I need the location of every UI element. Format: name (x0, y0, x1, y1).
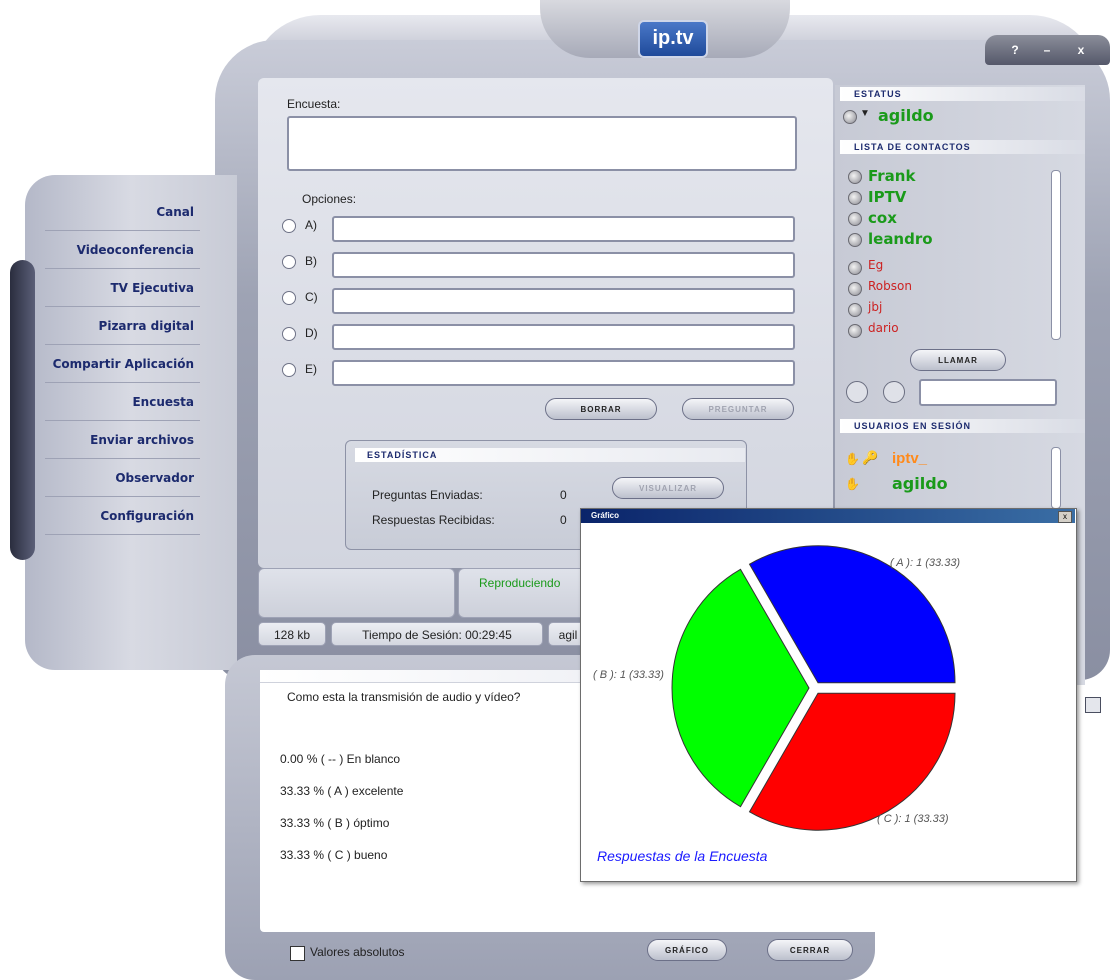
pie-chart: ( A ): 1 (33.33) ( C ): 1 (33.33) ( B ): 1… (593, 545, 960, 831)
option-key: B) (305, 254, 317, 268)
contact-item[interactable]: dario (868, 321, 899, 335)
result-row: 33.33 % ( C ) bueno (280, 848, 388, 862)
chart-window-titlebar[interactable]: Gráfico (581, 509, 1075, 523)
contact-item[interactable]: Eg (868, 258, 883, 272)
camera-icon: ✋ (845, 477, 860, 491)
speaker-icon[interactable] (848, 233, 862, 247)
speaker-icon[interactable] (848, 282, 862, 296)
minimize-button[interactable]: – (1037, 41, 1057, 59)
speaker-icon[interactable] (848, 191, 862, 205)
session-time: Tiempo de Sesión: 00:29:45 (331, 622, 543, 646)
nav-item[interactable]: TV Ejecutiva (45, 270, 200, 307)
camera-icon: ✋ (845, 452, 860, 466)
encuesta-label: Encuesta: (287, 97, 341, 111)
opciones-label: Opciones: (302, 192, 357, 206)
chart-close-button[interactable]: x (1058, 511, 1072, 523)
pie-slice-label: ( C ): 1 (33.33) (877, 813, 949, 825)
result-row: 0.00 % ( -- ) En blanco (280, 752, 401, 766)
received-label: Respuestas Recibidas: (372, 513, 495, 527)
visualizar-button[interactable]: VISUALIZAR (612, 477, 724, 499)
nav-item[interactable]: Videoconferencia (45, 232, 200, 269)
preguntar-button[interactable]: PREGUNTAR (682, 398, 794, 420)
nav-item[interactable]: Canal (45, 194, 200, 231)
status-dropdown-icon[interactable]: ▼ (860, 108, 870, 119)
nav-item[interactable]: Enviar archivos (45, 422, 200, 459)
option-radio[interactable] (282, 291, 296, 305)
option-radio[interactable] (282, 219, 296, 233)
bitrate: 128 kb (258, 622, 326, 646)
key-icon: 🔑 (862, 450, 879, 465)
contact-item[interactable]: leandro (868, 230, 933, 248)
option-input[interactable] (332, 324, 795, 350)
session-user-1[interactable]: iptv_ (892, 450, 927, 467)
chart-window-title: Gráfico (591, 511, 620, 520)
close-button[interactable]: x (1071, 41, 1091, 59)
result-row: 33.33 % ( B ) óptimo (280, 816, 390, 830)
side-collapse-handle[interactable] (10, 260, 35, 560)
session-user-2[interactable]: agildo (892, 474, 948, 493)
resize-grip-icon[interactable] (1085, 697, 1101, 713)
absolute-values-label: Valores absolutos (310, 945, 405, 959)
help-button[interactable]: ? (1005, 41, 1025, 59)
current-user: agildo (878, 106, 934, 125)
contacts-scrollbar[interactable] (1051, 170, 1061, 340)
status-header: ESTATUS (840, 87, 1085, 101)
cerrar-button[interactable]: CERRAR (767, 939, 853, 961)
nav-item[interactable]: Pizarra digital (45, 308, 200, 345)
contact-item[interactable]: jbj (868, 300, 882, 314)
session-users-header: USUARIOS EN SESIÓN (840, 419, 1085, 433)
speaker-icon[interactable] (848, 261, 862, 275)
poll-question-input[interactable] (287, 116, 797, 171)
video-status-box (258, 568, 455, 618)
option-input[interactable] (332, 288, 795, 314)
option-key: D) (305, 326, 318, 340)
session-scrollbar[interactable] (1051, 447, 1061, 509)
option-input[interactable] (332, 216, 795, 242)
option-input[interactable] (332, 360, 795, 386)
speaker-icon[interactable] (848, 324, 862, 338)
nav-item[interactable]: Observador (45, 460, 200, 497)
borrar-button[interactable]: BORRAR (545, 398, 657, 420)
nav-item[interactable]: Compartir Aplicación (45, 346, 200, 383)
nav-item[interactable]: Configuración (45, 498, 200, 535)
playing-status: Reproduciendo (479, 576, 561, 590)
sent-label: Preguntas Enviadas: (372, 488, 483, 502)
option-radio[interactable] (282, 327, 296, 341)
result-row: 33.33 % ( A ) excelente (280, 784, 404, 798)
contact-item[interactable]: Robson (868, 279, 912, 293)
playback-status-box: Reproduciendo (458, 568, 590, 618)
chart-title: Respuestas de la Encuesta (597, 848, 768, 864)
results-question: Como esta la transmisión de audio y víde… (287, 690, 521, 704)
contact-item[interactable]: Frank (868, 167, 915, 185)
speaker-icon[interactable] (848, 170, 862, 184)
speaker-icon[interactable] (843, 110, 857, 124)
contacts-header: LISTA DE CONTACTOS (840, 140, 1085, 154)
pie-slice-label: ( A ): 1 (33.33) (890, 557, 960, 569)
call-input[interactable] (919, 379, 1057, 406)
option-key: C) (305, 290, 318, 304)
contact-item[interactable]: IPTV (868, 188, 906, 206)
speaker-icon[interactable] (848, 212, 862, 226)
option-radio[interactable] (282, 363, 296, 377)
stats-header: ESTADÍSTICA (355, 448, 745, 462)
contact-icon[interactable] (883, 381, 905, 403)
nav-item[interactable]: Encuesta (45, 384, 200, 421)
absolute-values-checkbox[interactable] (290, 946, 305, 961)
app-logo: ip.tv (638, 20, 708, 58)
window-controls: ? – x (985, 35, 1110, 65)
emoticon-icon[interactable] (846, 381, 868, 403)
pie-slice-label: ( B ): 1 (33.33) (593, 669, 664, 681)
option-key: E) (305, 362, 317, 376)
grafico-button[interactable]: GRÁFICO (647, 939, 727, 961)
contact-item[interactable]: cox (868, 209, 897, 227)
option-input[interactable] (332, 252, 795, 278)
speaker-icon[interactable] (848, 303, 862, 317)
option-key: A) (305, 218, 317, 232)
llamar-button[interactable]: LLAMAR (910, 349, 1006, 371)
received-value: 0 (560, 513, 567, 527)
option-radio[interactable] (282, 255, 296, 269)
sent-value: 0 (560, 488, 567, 502)
